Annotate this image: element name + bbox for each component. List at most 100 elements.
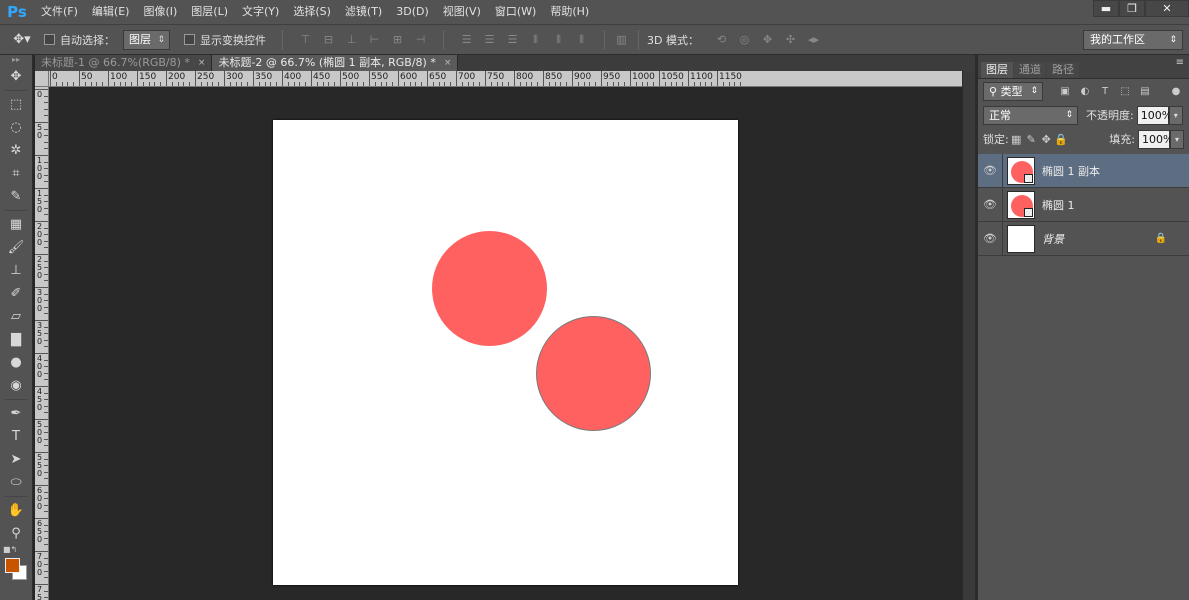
layer-ellipse-1-copy[interactable]: 👁 椭圆 1 副本 bbox=[978, 153, 1189, 188]
filter-pixel-icon[interactable]: ▣ bbox=[1057, 83, 1073, 99]
auto-select-checkbox[interactable] bbox=[44, 34, 55, 45]
marquee-tool-icon[interactable]: ⬚ bbox=[0, 93, 32, 116]
menu-3d[interactable]: 3D(D) bbox=[389, 0, 436, 24]
path-selection-tool-icon[interactable]: ➤ bbox=[0, 448, 32, 471]
lasso-tool-icon[interactable]: ◌ bbox=[0, 116, 32, 139]
pen-tool-icon[interactable]: ✒ bbox=[0, 402, 32, 425]
restore-button[interactable]: ❐ bbox=[1119, 0, 1145, 17]
canvas-workspace[interactable] bbox=[49, 87, 962, 600]
tab-channels[interactable]: 通道 bbox=[1014, 62, 1046, 78]
close-button[interactable]: ✕ bbox=[1145, 0, 1189, 17]
tab-layers[interactable]: 图层 bbox=[981, 62, 1013, 78]
menu-window[interactable]: 窗口(W) bbox=[488, 0, 543, 24]
ellipse-1-copy-shape[interactable] bbox=[536, 316, 651, 431]
ellipse-1-shape[interactable] bbox=[432, 231, 547, 346]
lock-image-icon[interactable]: ✎ bbox=[1024, 132, 1039, 147]
move-tool-preset-icon[interactable]: ✥▾ bbox=[0, 32, 44, 47]
opacity-input[interactable]: 100% bbox=[1136, 105, 1172, 125]
panel-menu-icon[interactable]: ≡ bbox=[1176, 57, 1184, 68]
minimize-button[interactable]: ▬ bbox=[1093, 0, 1119, 17]
menu-select[interactable]: 选择(S) bbox=[286, 0, 338, 24]
3d-scale-icon[interactable]: ◂▸ bbox=[805, 31, 822, 48]
history-brush-tool-icon[interactable]: ✐ bbox=[0, 282, 32, 305]
gradient-tool-icon[interactable]: ▇ bbox=[0, 328, 32, 351]
distribute-vcenter-icon[interactable]: ☰ bbox=[481, 31, 498, 48]
3d-roll-icon[interactable]: ◎ bbox=[736, 31, 753, 48]
workspace-switcher[interactable]: 我的工作区 bbox=[1083, 30, 1183, 50]
eraser-tool-icon[interactable]: ▱ bbox=[0, 305, 32, 328]
lock-all-icon[interactable]: 🔒 bbox=[1054, 132, 1069, 147]
distribute-left-icon[interactable]: ⫴ bbox=[527, 31, 544, 48]
align-bottom-icon[interactable]: ⊥ bbox=[343, 31, 360, 48]
filter-toggle-icon[interactable]: ● bbox=[1168, 83, 1184, 99]
zoom-tool-icon[interactable]: ⚲ bbox=[0, 522, 32, 545]
toolbox-grip-icon[interactable]: ▸▸ bbox=[0, 55, 32, 65]
blur-tool-icon[interactable]: ● bbox=[0, 351, 32, 374]
visibility-eye-icon[interactable]: 👁 bbox=[978, 232, 1002, 245]
tab-untitled-2[interactable]: 未标题-2 @ 66.7% (椭圆 1 副本, RGB/8) * × bbox=[212, 55, 459, 71]
visibility-eye-icon[interactable]: 👁 bbox=[978, 198, 1002, 211]
hand-tool-icon[interactable]: ✋ bbox=[0, 499, 32, 522]
auto-align-icon[interactable]: ▥ bbox=[613, 31, 630, 48]
menu-edit[interactable]: 编辑(E) bbox=[85, 0, 137, 24]
layer-name[interactable]: 椭圆 1 bbox=[1042, 197, 1075, 213]
3d-orbit-icon[interactable]: ⟲ bbox=[713, 31, 730, 48]
menu-layer[interactable]: 图层(L) bbox=[184, 0, 235, 24]
lock-position-icon[interactable]: ✥ bbox=[1039, 132, 1054, 147]
move-tool-icon[interactable]: ✥ bbox=[0, 65, 32, 88]
align-right-icon[interactable]: ⊣ bbox=[412, 31, 429, 48]
magic-wand-tool-icon[interactable]: ✲ bbox=[0, 139, 32, 162]
align-hcenter-icon[interactable]: ⊞ bbox=[389, 31, 406, 48]
distribute-top-icon[interactable]: ☰ bbox=[458, 31, 475, 48]
clone-stamp-tool-icon[interactable]: ⊥ bbox=[0, 259, 32, 282]
menu-help[interactable]: 帮助(H) bbox=[543, 0, 596, 24]
close-icon[interactable]: × bbox=[198, 55, 206, 71]
menu-filter[interactable]: 滤镜(T) bbox=[338, 0, 389, 24]
filter-type-icon[interactable]: T bbox=[1097, 83, 1113, 99]
blend-mode-dropdown[interactable]: 正常 bbox=[983, 105, 1078, 125]
auto-select-dropdown[interactable]: 图层 bbox=[123, 29, 170, 50]
ruler-origin[interactable] bbox=[35, 71, 49, 87]
fill-input[interactable]: 100% bbox=[1138, 129, 1173, 149]
document-canvas[interactable] bbox=[273, 120, 738, 585]
align-left-icon[interactable]: ⊢ bbox=[366, 31, 383, 48]
distribute-right-icon[interactable]: ⫴ bbox=[573, 31, 590, 48]
filter-shape-icon[interactable]: ⬚ bbox=[1117, 83, 1133, 99]
horizontal-ruler[interactable]: 0 50 100 150 200 250 300 350 400 450 500 550 600 650 7… bbox=[49, 71, 962, 87]
layer-name[interactable]: 背景 bbox=[1042, 231, 1064, 247]
align-top-icon[interactable]: ⊤ bbox=[297, 31, 314, 48]
filter-smart-object-icon[interactable]: ▤ bbox=[1137, 83, 1153, 99]
crop-tool-icon[interactable]: ⌗ bbox=[0, 162, 32, 185]
healing-brush-tool-icon[interactable]: ▦ bbox=[0, 213, 32, 236]
default-colors-icon[interactable]: ■↰ bbox=[3, 545, 17, 554]
lock-transparent-icon[interactable]: ▦ bbox=[1009, 132, 1024, 147]
filter-adjustment-icon[interactable]: ◐ bbox=[1077, 83, 1093, 99]
filter-kind-dropdown[interactable]: ⚲ 类型 bbox=[983, 81, 1043, 101]
distribute-bottom-icon[interactable]: ☰ bbox=[504, 31, 521, 48]
3d-slide-icon[interactable]: ✣ bbox=[782, 31, 799, 48]
dodge-tool-icon[interactable]: ◉ bbox=[0, 374, 32, 397]
brush-tool-icon[interactable]: 🖌 bbox=[0, 236, 32, 259]
vertical-ruler[interactable]: 0 50 100 150 200 250 300 350 400 450 500 550 600 650 7… bbox=[35, 87, 49, 600]
vertical-scrollbar[interactable] bbox=[962, 71, 975, 600]
align-vcenter-icon[interactable]: ⊟ bbox=[320, 31, 337, 48]
eyedropper-tool-icon[interactable]: ✎ bbox=[0, 185, 32, 208]
3d-pan-icon[interactable]: ✥ bbox=[759, 31, 776, 48]
menu-type[interactable]: 文字(Y) bbox=[235, 0, 286, 24]
opacity-arrow-icon[interactable]: ▾ bbox=[1168, 105, 1183, 125]
tab-untitled-1[interactable]: 未标题-1 @ 66.7%(RGB/8) * × bbox=[35, 55, 213, 71]
menu-image[interactable]: 图像(I) bbox=[136, 0, 184, 24]
layer-ellipse-1[interactable]: 👁 椭圆 1 bbox=[978, 187, 1189, 222]
foreground-color-swatch[interactable] bbox=[5, 558, 20, 573]
distribute-hcenter-icon[interactable]: ⫴ bbox=[550, 31, 567, 48]
layer-background[interactable]: 👁 背景 🔒 bbox=[978, 221, 1189, 256]
menu-file[interactable]: 文件(F) bbox=[34, 0, 85, 24]
show-transform-checkbox[interactable] bbox=[184, 34, 195, 45]
fill-arrow-icon[interactable]: ▾ bbox=[1170, 129, 1184, 149]
menu-view[interactable]: 视图(V) bbox=[436, 0, 488, 24]
visibility-eye-icon[interactable]: 👁 bbox=[978, 164, 1002, 177]
close-icon[interactable]: × bbox=[444, 55, 452, 71]
type-tool-icon[interactable]: T bbox=[0, 425, 32, 448]
ellipse-tool-icon[interactable]: ⬭ bbox=[0, 471, 32, 494]
layer-name[interactable]: 椭圆 1 副本 bbox=[1042, 163, 1100, 179]
